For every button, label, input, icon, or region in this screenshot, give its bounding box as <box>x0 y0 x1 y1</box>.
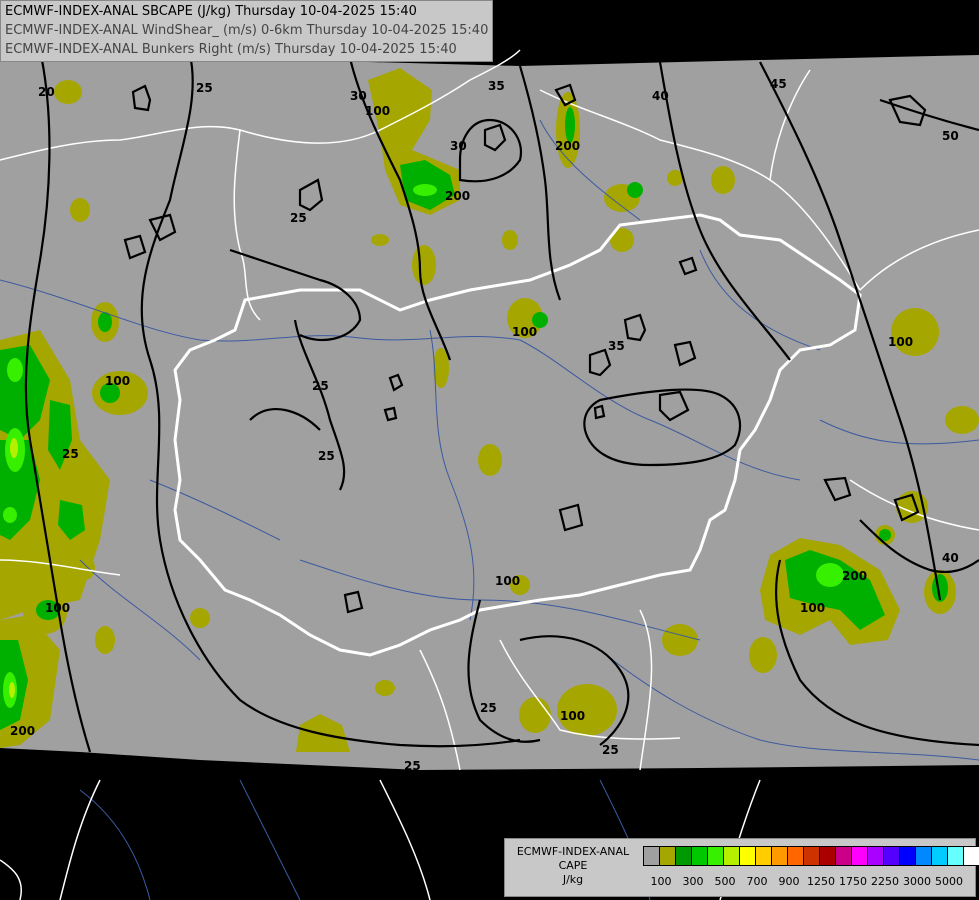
contour-label: 25 <box>62 447 79 461</box>
contour-label: 35 <box>488 79 505 93</box>
contour-label: 25 <box>404 759 421 773</box>
legend-unit: J/kg <box>562 873 584 886</box>
cape-legend: ECMWF-INDEX-ANAL CAPE J/kg 100 300 500 700 9… <box>504 838 979 897</box>
legend-swatch <box>931 846 948 866</box>
legend-swatch <box>659 846 676 866</box>
weather-map: 20 25 30 35 40 45 50 25 30 25 25 35 25 4… <box>0 0 979 900</box>
cape-label: 200 <box>445 189 470 203</box>
legend-swatch <box>723 846 740 866</box>
cape-label: 200 <box>555 139 580 153</box>
legend-swatch <box>771 846 788 866</box>
legend-tick-label: 700 <box>746 875 768 888</box>
contour-label: 45 <box>770 77 787 91</box>
contour-label: 25 <box>290 211 307 225</box>
cape-label: 100 <box>365 104 390 118</box>
legend-swatch <box>883 846 900 866</box>
legend-tick-label: 500 <box>714 875 736 888</box>
cape-label: 200 <box>10 724 35 738</box>
legend-tick-label: 2250 <box>871 875 899 888</box>
legend-swatch <box>819 846 836 866</box>
legend-swatch <box>643 846 660 866</box>
legend-tick-label: 3000 <box>903 875 931 888</box>
legend-color-scale <box>643 846 979 866</box>
legend-swatch <box>867 846 884 866</box>
cape-label: 100 <box>495 574 520 588</box>
cape-label: 100 <box>560 709 585 723</box>
legend-swatch <box>835 846 852 866</box>
legend-title: ECMWF-INDEX-ANAL CAPE J/kg <box>509 845 637 887</box>
legend-tick-labels: 100 300 500 700 900 1250 1750 2250 3000 5000 <box>643 875 973 889</box>
cape-label: 100 <box>45 601 70 615</box>
model-domain <box>0 50 979 770</box>
contour-label: 50 <box>942 129 959 143</box>
legend-tick-label: 1750 <box>839 875 867 888</box>
legend-swatch <box>755 846 772 866</box>
legend-swatch <box>691 846 708 866</box>
legend-swatch <box>915 846 932 866</box>
contour-label: 25 <box>318 449 335 463</box>
map-title-box: ECMWF-INDEX-ANAL SBCAPE (J/kg) Thursday … <box>0 0 494 62</box>
contour-label: 30 <box>350 89 367 103</box>
cape-label: 100 <box>512 325 537 339</box>
contour-label: 25 <box>602 743 619 757</box>
legend-tick-label: 1250 <box>807 875 835 888</box>
contour-label: 35 <box>608 339 625 353</box>
legend-tick-label: 5000 <box>935 875 963 888</box>
contour-label: 25 <box>196 81 213 95</box>
legend-tick-label: 100 <box>650 875 672 888</box>
legend-swatch <box>947 846 964 866</box>
legend-swatch <box>787 846 804 866</box>
contour-label: 40 <box>652 89 669 103</box>
cape-label: 100 <box>888 335 913 349</box>
legend-swatch <box>707 846 724 866</box>
cape-label: 200 <box>842 569 867 583</box>
contour-label: 25 <box>480 701 497 715</box>
contour-label: 25 <box>312 379 329 393</box>
cape-label: 100 <box>105 374 130 388</box>
legend-swatch <box>963 846 979 866</box>
legend-swatch <box>803 846 820 866</box>
contour-label: 30 <box>450 139 467 153</box>
legend-swatch <box>851 846 868 866</box>
cape-label: 100 <box>800 601 825 615</box>
legend-tick-label: 900 <box>778 875 800 888</box>
title-windshear: ECMWF-INDEX-ANAL WindShear_ (m/s) 0-6km … <box>5 23 489 38</box>
legend-model: ECMWF-INDEX-ANAL <box>516 845 630 858</box>
contour-label: 40 <box>942 551 959 565</box>
contour-label: 20 <box>38 85 55 99</box>
legend-swatch <box>739 846 756 866</box>
title-sbcape: ECMWF-INDEX-ANAL SBCAPE (J/kg) Thursday … <box>5 4 417 19</box>
legend-swatch <box>675 846 692 866</box>
legend-tick-label: 300 <box>682 875 704 888</box>
legend-swatch <box>899 846 916 866</box>
legend-parameter: CAPE <box>558 859 588 872</box>
title-bunkers: ECMWF-INDEX-ANAL Bunkers Right (m/s) Thu… <box>5 42 457 57</box>
